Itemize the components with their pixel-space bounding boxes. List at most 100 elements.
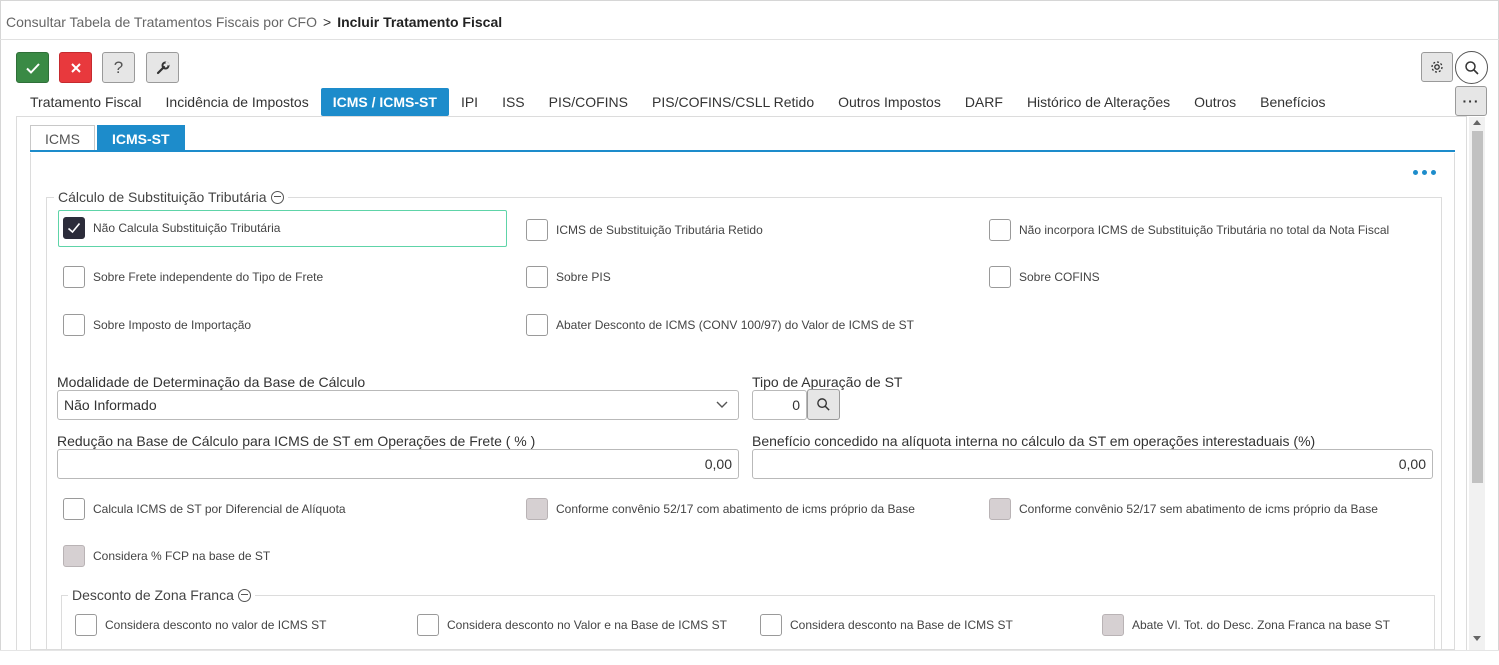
modalidade-value: Não Informado xyxy=(64,397,157,413)
header-divider xyxy=(0,39,1499,40)
tipo-apuracao-label: Tipo de Apuração de ST xyxy=(752,374,903,390)
checkbox-box[interactable] xyxy=(63,217,85,239)
search-icon xyxy=(817,398,830,411)
tipo-apuracao-lookup-button[interactable] xyxy=(807,389,840,420)
beneficio-input[interactable]: 0,00 xyxy=(752,449,1433,479)
checkbox-label: Considera % FCP na base de ST xyxy=(93,549,271,563)
tipo-apuracao-input[interactable]: 0 xyxy=(752,390,807,420)
subtab-underline xyxy=(30,150,1455,152)
tab-pis-cofins[interactable]: PIS/COFINS xyxy=(537,88,640,116)
help-icon: ? xyxy=(113,57,124,77)
confirm-button[interactable] xyxy=(16,52,49,83)
settings-button[interactable] xyxy=(1421,52,1453,82)
subtab-icms[interactable]: ICMS xyxy=(30,125,95,151)
search-button[interactable] xyxy=(1455,51,1488,84)
sub-tabs: ICMS ICMS-ST xyxy=(30,125,187,151)
checkbox-label: Considera desconto no Valor e na Base de… xyxy=(447,618,727,632)
checkbox-sobre-frete[interactable]: Sobre Frete independente do Tipo de Fret… xyxy=(63,266,323,288)
zona-franca-legend: Desconto de Zona Franca xyxy=(68,587,255,603)
checkbox-label: Sobre Frete independente do Tipo de Fret… xyxy=(93,270,324,284)
tab-darf[interactable]: DARF xyxy=(953,88,1015,116)
checkbox-box[interactable] xyxy=(526,314,548,336)
checkbox-box[interactable] xyxy=(989,266,1011,288)
checkbox-abater-desconto-icms[interactable]: Abater Desconto de ICMS (CONV 100/97) do… xyxy=(526,314,914,336)
check-icon xyxy=(25,62,40,74)
checkbox-box[interactable] xyxy=(63,314,85,336)
checkbox-label: Sobre COFINS xyxy=(1019,270,1100,284)
checkbox-box[interactable] xyxy=(63,498,85,520)
chevron-down-icon xyxy=(716,401,728,408)
tab-historico-alteracoes[interactable]: Histórico de Alterações xyxy=(1015,88,1182,116)
beneficio-label: Benefício concedido na alíquota interna … xyxy=(752,433,1316,449)
checkbox-label: Sobre Imposto de Importação xyxy=(93,318,252,332)
more-icon: ··· xyxy=(1462,93,1480,109)
tab-ipi[interactable]: IPI xyxy=(449,88,490,116)
checkbox-nao-calcula-st[interactable]: Não Calcula Substituição Tributária xyxy=(63,217,280,239)
checkbox-considera-fcp: Considera % FCP na base de ST xyxy=(63,545,270,567)
checkbox-box[interactable] xyxy=(760,614,782,636)
tipo-apuracao-value: 0 xyxy=(792,397,800,413)
reducao-label: Redução na Base de Cálculo para ICMS de … xyxy=(57,433,536,449)
checkbox-zf-valor-e-base[interactable]: Considera desconto no Valor e na Base de… xyxy=(417,614,727,636)
checkbox-label: Considera desconto na Base de ICMS ST xyxy=(790,618,1013,632)
checkbox-convenio-52-sem-abatimento: Conforme convênio 52/17 sem abatimento d… xyxy=(989,498,1378,520)
reducao-input[interactable]: 0,00 xyxy=(57,449,739,479)
checkbox-label: Conforme convênio 52/17 sem abatimento d… xyxy=(1019,502,1378,516)
breadcrumb-separator: > xyxy=(323,14,332,30)
checkbox-box[interactable] xyxy=(526,266,548,288)
checkbox-label: Não Calcula Substituição Tributária xyxy=(93,221,281,235)
checkbox-nao-incorpora-icms-st[interactable]: Não incorpora ICMS de Substituição Tribu… xyxy=(989,219,1389,241)
search-icon xyxy=(1464,60,1479,75)
calculo-st-legend: Cálculo de Substituição Tributária xyxy=(54,189,288,205)
checkbox-sobre-pis[interactable]: Sobre PIS xyxy=(526,266,611,288)
breadcrumb: Consultar Tabela de Tratamentos Fiscais … xyxy=(6,14,502,30)
modalidade-select[interactable]: Não Informado xyxy=(57,390,739,420)
checkbox-zf-valor-icms-st[interactable]: Considera desconto no valor de ICMS ST xyxy=(75,614,326,636)
scrollbar-thumb[interactable] xyxy=(1472,131,1483,483)
tab-outros-impostos[interactable]: Outros Impostos xyxy=(826,88,953,116)
checkbox-box[interactable] xyxy=(75,614,97,636)
cancel-button[interactable] xyxy=(59,52,92,83)
checkbox-convenio-52-com-abatimento: Conforme convênio 52/17 com abatimento d… xyxy=(526,498,915,520)
close-icon xyxy=(70,62,81,73)
more-options-button[interactable]: ··· xyxy=(1455,86,1487,116)
checkbox-label: Abate Vl. Tot. do Desc. Zona Franca na b… xyxy=(1132,618,1390,632)
checkbox-box xyxy=(989,498,1011,520)
tools-button[interactable] xyxy=(146,52,179,83)
checkbox-zf-abate-vl-tot: Abate Vl. Tot. do Desc. Zona Franca na b… xyxy=(1102,614,1390,636)
checkbox-box[interactable] xyxy=(63,266,85,288)
tab-outros[interactable]: Outros xyxy=(1182,88,1248,116)
checkbox-sobre-imposto-importacao[interactable]: Sobre Imposto de Importação xyxy=(63,314,251,336)
modalidade-label: Modalidade de Determinação da Base de Cá… xyxy=(57,374,366,390)
subtab-icms-st[interactable]: ICMS-ST xyxy=(97,125,185,151)
checkbox-zf-base-icms-st[interactable]: Considera desconto na Base de ICMS ST xyxy=(760,614,1013,636)
minus-circle-icon[interactable] xyxy=(237,588,251,602)
zona-franca-legend-text: Desconto de Zona Franca xyxy=(72,587,234,603)
scroll-up-icon[interactable] xyxy=(1473,120,1481,125)
tab-pis-cofins-csll-retido[interactable]: PIS/COFINS/CSLL Retido xyxy=(640,88,826,116)
tab-beneficios[interactable]: Benefícios xyxy=(1248,88,1337,116)
checkbox-box[interactable] xyxy=(526,219,548,241)
checkbox-label: Considera desconto no valor de ICMS ST xyxy=(105,618,327,632)
tab-tratamento-fiscal[interactable]: Tratamento Fiscal xyxy=(18,88,154,116)
tab-icms-icms-st[interactable]: ICMS / ICMS-ST xyxy=(320,88,449,116)
breadcrumb-parent-link[interactable]: Consultar Tabela de Tratamentos Fiscais … xyxy=(6,14,317,30)
breadcrumb-current: Incluir Tratamento Fiscal xyxy=(337,14,503,30)
checkbox-box xyxy=(63,545,85,567)
tab-incidencia-impostos[interactable]: Incidência de Impostos xyxy=(154,88,321,116)
calculo-st-legend-text: Cálculo de Substituição Tributária xyxy=(58,189,267,205)
scroll-down-icon[interactable] xyxy=(1473,636,1481,641)
checkbox-sobre-cofins[interactable]: Sobre COFINS xyxy=(989,266,1100,288)
tab-iss[interactable]: ISS xyxy=(490,88,537,116)
checkbox-diferencial-aliquota[interactable]: Calcula ICMS de ST por Diferencial de Al… xyxy=(63,498,346,520)
help-button[interactable]: ? xyxy=(102,52,135,83)
section-menu-button[interactable] xyxy=(1413,170,1436,175)
bottom-edge xyxy=(0,650,1499,665)
checkbox-icms-st-retido[interactable]: ICMS de Substituição Tributária Retido xyxy=(526,219,763,241)
checkbox-label: Abater Desconto de ICMS (CONV 100/97) do… xyxy=(556,318,914,332)
main-tabs: Tratamento Fiscal Incidência de Impostos… xyxy=(18,88,1338,116)
checkbox-box[interactable] xyxy=(417,614,439,636)
checkbox-box xyxy=(526,498,548,520)
minus-circle-icon[interactable] xyxy=(270,190,284,204)
checkbox-box[interactable] xyxy=(989,219,1011,241)
